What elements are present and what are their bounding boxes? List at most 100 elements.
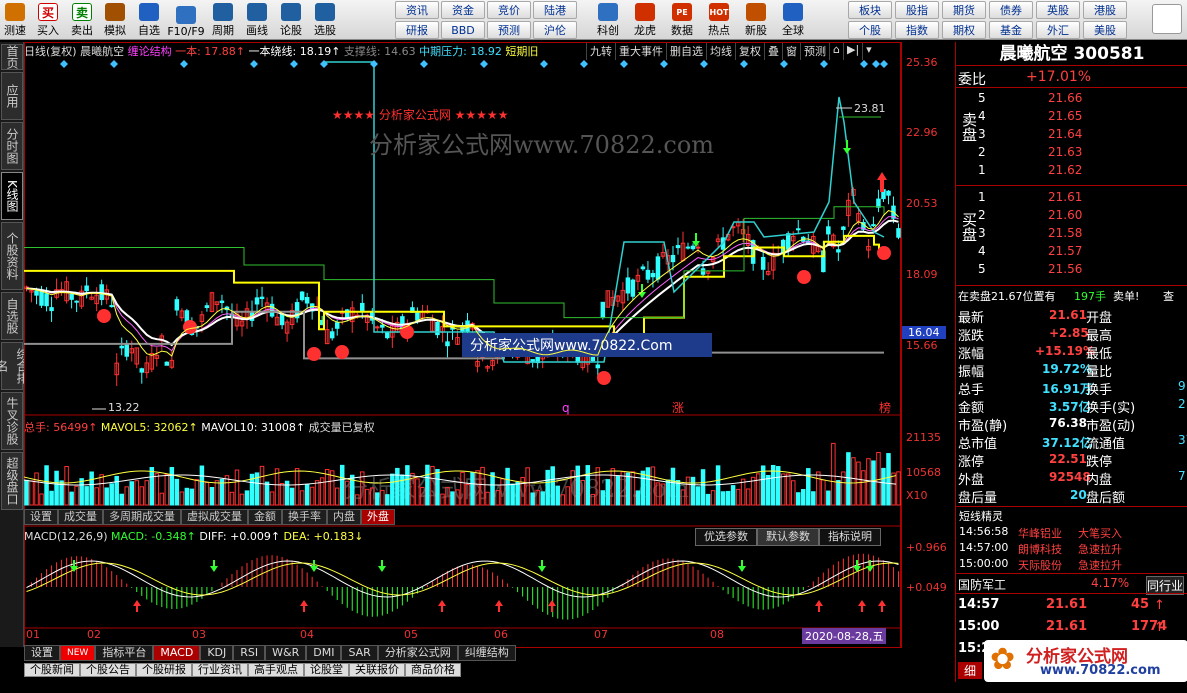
- kline-tool-button[interactable]: 窗: [782, 43, 800, 60]
- info-tab[interactable]: 行业资讯: [192, 663, 248, 677]
- toolbar-f10-button[interactable]: F10/F9: [166, 0, 206, 40]
- toolbar-market-button[interactable]: 英股: [1036, 1, 1080, 19]
- kline-tool-button[interactable]: 预测: [800, 43, 829, 60]
- toolbar-grid-button[interactable]: 资金: [441, 1, 485, 19]
- leftnav-tab[interactable]: 牛叉诊股: [1, 392, 23, 450]
- toolbar-buy-button[interactable]: 买买入: [30, 0, 66, 40]
- info-tab[interactable]: 论股堂: [304, 663, 349, 677]
- toolbar-grid-button[interactable]: 预测: [487, 21, 531, 39]
- leftnav-tab[interactable]: K线图: [1, 172, 23, 220]
- indicator-tab[interactable]: 金额: [248, 509, 282, 525]
- leftnav-tab[interactable]: 个股资料: [1, 222, 23, 290]
- indicator-tab[interactable]: 内盘: [327, 509, 361, 525]
- toolbar-market-button[interactable]: 股指: [895, 1, 939, 19]
- bottom-indicator-tab[interactable]: W&R: [265, 645, 307, 661]
- toolbar-market-button[interactable]: 债券: [989, 1, 1033, 19]
- macd-param-tab[interactable]: 指标说明: [819, 528, 881, 546]
- macd-param-tab[interactable]: 默认参数: [757, 528, 819, 546]
- toolbar-market-button[interactable]: 个股: [848, 21, 892, 39]
- toolbar-pen-button[interactable]: 画线: [240, 0, 274, 40]
- indicator-tab[interactable]: 多周期成交量: [103, 509, 181, 525]
- toolbar-grid-button[interactable]: 资讯: [395, 1, 439, 19]
- toolbar-market-button[interactable]: 板块: [848, 1, 892, 19]
- info-tab[interactable]: 个股新闻: [24, 663, 80, 677]
- bottom-indicator-tab[interactable]: 设置: [24, 645, 60, 661]
- stat-label: 最低: [1086, 347, 1113, 362]
- toolbar-pe-button[interactable]: PE 数据: [664, 0, 700, 40]
- weibi-label: 委比: [958, 72, 986, 88]
- info-tab[interactable]: 个股公告: [80, 663, 136, 677]
- kline-tool-button[interactable]: 九转: [586, 43, 615, 60]
- toolbar-market-button[interactable]: 外汇: [1036, 21, 1080, 39]
- bottom-indicator-tab[interactable]: SAR: [341, 645, 378, 661]
- volume-bar: [244, 490, 250, 506]
- leftnav-tab[interactable]: 自选股: [1, 292, 23, 340]
- leftnav-tab[interactable]: 分时图: [1, 122, 23, 170]
- toolbar-market-button[interactable]: 期货: [942, 1, 986, 19]
- info-tab[interactable]: 商品价格: [405, 663, 461, 677]
- toolbar-hammer-button[interactable]: 模拟: [98, 0, 132, 40]
- volume-bar: [765, 475, 771, 506]
- bottom-indicator-tab[interactable]: MACD: [153, 645, 201, 661]
- indicator-tab[interactable]: 成交量: [58, 509, 103, 525]
- toolbar-market-button[interactable]: 期权: [942, 21, 986, 39]
- toolbar-discuss-button[interactable]: 论股: [274, 0, 308, 40]
- sell-level-index: 3: [978, 127, 986, 141]
- settings-icon[interactable]: [1152, 4, 1182, 34]
- info-field: 总手: 56499↑: [24, 421, 98, 434]
- bottom-indicator-tab[interactable]: NEW: [60, 645, 96, 661]
- toolbar-grid-button[interactable]: 研报: [395, 21, 439, 39]
- leftnav-tab[interactable]: 首页: [1, 44, 23, 70]
- toolbar-clock-button[interactable]: 测速: [0, 0, 30, 40]
- toolbar-star-button[interactable]: 自选: [132, 0, 166, 40]
- volume-bar: [811, 491, 816, 506]
- indicator-tab[interactable]: 设置: [24, 509, 58, 525]
- toolbar-ipo-button[interactable]: 新股: [738, 0, 774, 40]
- toolbar-market-button[interactable]: 指数: [895, 21, 939, 39]
- info-tab[interactable]: 关联报价: [349, 663, 405, 677]
- toolbar-grid-button[interactable]: 沪伦: [533, 21, 577, 39]
- bottom-indicator-tab[interactable]: DMI: [306, 645, 342, 661]
- toolbar-market-button[interactable]: 基金: [989, 21, 1033, 39]
- leftnav-tab[interactable]: 超级盘口: [1, 452, 23, 510]
- toolbar-button-label: 画线: [246, 24, 268, 37]
- toolbar-science-button[interactable]: 科创: [590, 0, 626, 40]
- app-window: 测速买买入卖卖出 模拟 自选 F10/F9 周期 画线 论股 选股 资讯 资金 竞价 陆港 研报 BBD 预…: [0, 0, 1187, 693]
- info-tab[interactable]: 高手观点: [248, 663, 304, 677]
- kline-tool-button[interactable]: 删自选: [666, 43, 706, 60]
- kline-tool-button[interactable]: ⌂: [829, 43, 843, 60]
- kline-tool-button[interactable]: ▶|: [842, 43, 862, 60]
- toolbar-grid-button[interactable]: 陆港: [533, 1, 577, 19]
- bottom-indicator-tab[interactable]: RSI: [233, 645, 266, 661]
- bottom-indicator-tab[interactable]: 纠缠结构: [457, 645, 516, 661]
- toolbar-sell-button[interactable]: 卖卖出: [66, 0, 98, 40]
- toolbar-market-button[interactable]: 美股: [1083, 21, 1127, 39]
- toolbar-magnifier-button[interactable]: 选股: [308, 0, 342, 40]
- toolbar-market-button[interactable]: 港股: [1083, 1, 1127, 19]
- toolbar-grid-button[interactable]: BBD: [441, 21, 485, 39]
- toolbar-dragon-button[interactable]: 龙虎: [627, 0, 663, 40]
- info-tab[interactable]: 个股研报: [136, 663, 192, 677]
- indicator-tab[interactable]: 换手率: [282, 509, 327, 525]
- bottom-indicator-tab[interactable]: KDJ: [200, 645, 234, 661]
- bottom-indicator-tab[interactable]: 指标平台: [95, 645, 154, 661]
- stat-value-clipped: 7: [1178, 469, 1186, 483]
- kline-tool-button[interactable]: 均线: [706, 43, 735, 60]
- leftnav-tab[interactable]: 综合排名: [0, 342, 29, 390]
- leftnav-tab[interactable]: 应用: [1, 72, 23, 120]
- toolbar-cycle-button[interactable]: 周期: [206, 0, 240, 40]
- macd-param-tab[interactable]: 优选参数: [695, 528, 757, 546]
- orderbook-separator: [956, 185, 1187, 186]
- toolbar-hot-button[interactable]: HOT 热点: [701, 0, 737, 40]
- bottom-indicator-tab[interactable]: 分析家公式网: [377, 645, 458, 661]
- kline-tool-button[interactable]: 重大事件: [615, 43, 666, 60]
- toolbar-globe-button[interactable]: 全球: [775, 0, 811, 40]
- kline-chart[interactable]: 23.81 13.22 ★★★★ 分析家公式网 ★★★★★ 分析家公式网www.708…: [24, 42, 901, 648]
- toolbar-grid-button[interactable]: 竞价: [487, 1, 531, 19]
- kline-tool-button[interactable]: 复权: [735, 43, 764, 60]
- kline-tool-button[interactable]: ▾: [862, 43, 875, 60]
- indicator-tab[interactable]: 虚拟成交量: [181, 509, 248, 525]
- info-field: 缠论结构: [124, 45, 172, 58]
- indicator-tab[interactable]: 外盘: [361, 509, 395, 525]
- kline-tool-button[interactable]: 叠: [764, 43, 782, 60]
